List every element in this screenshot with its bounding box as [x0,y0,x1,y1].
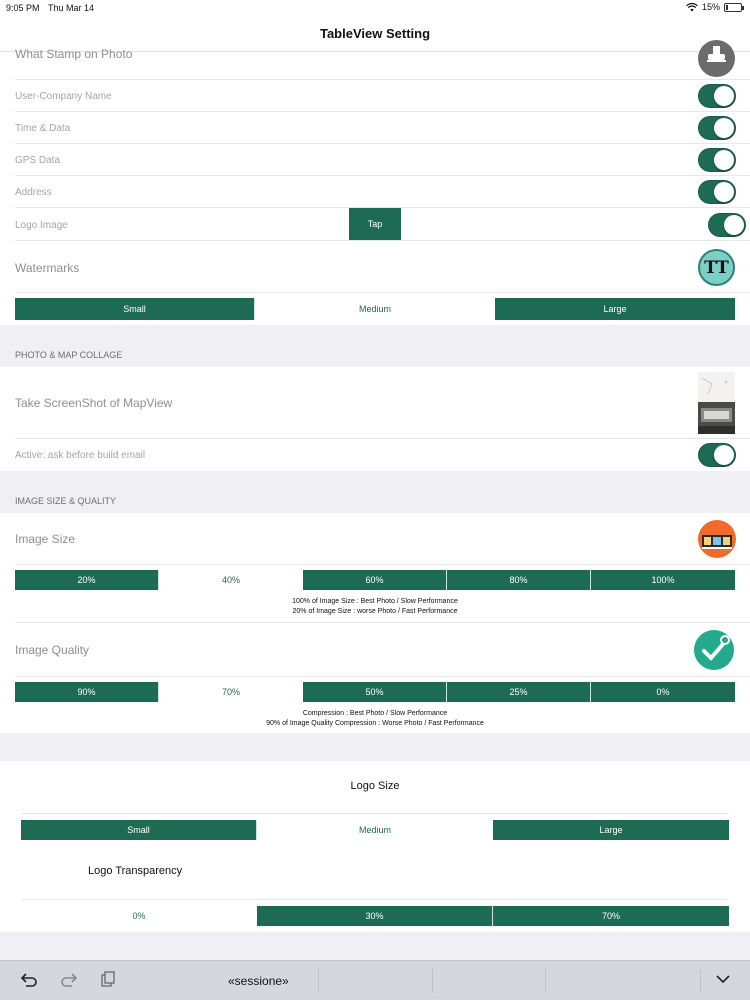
seg-0[interactable]: 0% [591,682,735,702]
seg-transparency-70[interactable]: 70% [493,906,729,926]
row-label: User-Company Name [15,91,112,102]
image-size-label: Image Size [15,532,76,546]
image-size-note-1: 100% of Image Size : Best Photo / Slow P… [292,598,458,605]
row-image-quality: Image Quality [0,623,750,677]
screenshot-label: Take ScreenShot of MapView [15,396,173,410]
divider [318,969,319,993]
keyboard-shortcut-bar: «sessione» [0,960,750,1000]
row-screenshot-mapview: Take ScreenShot of MapView [0,367,750,439]
seg-100[interactable]: 100% [591,570,735,590]
row-watermarks: Watermarks TT [0,241,750,293]
section-gap-bottom [0,932,750,960]
text-size-icon: TT [698,249,735,286]
user-company-name-toggle[interactable] [698,84,736,108]
image-size-note-2: 20% of Image Size : worse Photo / Fast P… [292,608,458,615]
row-address: Address [0,176,750,208]
seg-logo-large[interactable]: Large [493,820,729,840]
seg-70[interactable]: 70% [159,682,303,702]
image-size-segmented: 20% 40% 60% 80% 100% [15,570,735,590]
redo-icon[interactable] [60,971,78,992]
image-quality-note-2: 90% of Image Quality Compression : Worse… [266,720,484,727]
watermarks-label: Watermarks [15,261,80,275]
watermark-size-segmented: Small Medium Large [15,298,735,320]
row-logo-transparency: Logo Transparency [0,848,750,900]
row-time-data: Time & Data [0,112,750,144]
seg-medium[interactable]: Medium [255,298,495,320]
section-title: IMAGE SIZE & QUALITY [15,496,117,506]
row-logo-size: Logo Size [0,761,750,814]
gps-data-toggle[interactable] [698,148,736,172]
seg-40[interactable]: 40% [159,570,303,590]
row-image-size-options: 20% 40% 60% 80% 100% 100% of Image Size … [0,565,750,623]
seg-25[interactable]: 25% [447,682,591,702]
autocomplete-suggestion[interactable]: «sessione» [228,974,289,988]
status-right: 15% [686,2,744,12]
row-label: GPS Data [15,155,61,166]
divider [700,969,701,993]
battery-icon [724,2,744,12]
seg-60[interactable]: 60% [303,570,447,590]
logo-image-toggle[interactable] [708,213,746,237]
section-gap [0,733,750,761]
active-ask-toggle[interactable] [698,443,736,467]
stamp-icon [698,40,735,77]
seg-90[interactable]: 90% [15,682,159,702]
status-time: 9:05 PM [6,3,40,13]
image-quality-label: Image Quality [15,643,90,657]
seg-logo-small[interactable]: Small [21,820,257,840]
row-logo-size-options: Small Medium Large [0,814,750,848]
row-image-quality-options: 90% 70% 50% 25% 0% Compression : Best Ph… [0,677,750,733]
logo-size-label: Logo Size [350,780,400,792]
seg-small[interactable]: Small [15,298,255,320]
row-gps-data: GPS Data [0,144,750,176]
chevron-down-icon[interactable] [714,971,732,992]
row-watermarks-size: Small Medium Large [0,293,750,325]
row-logo-transparency-options: 0% 30% 70% [0,900,750,932]
battery-percent: 15% [701,2,720,12]
row-label: Address [15,187,52,198]
page-title: TableView Setting [319,26,431,41]
section-title: PHOTO & MAP COLLAGE [15,350,123,360]
image-size-icon [698,520,736,558]
logo-tap-button[interactable]: Tap [349,208,401,240]
paste-icon[interactable] [100,971,116,992]
section-header-collage: PHOTO & MAP COLLAGE [0,325,750,367]
divider [545,969,546,993]
status-bar: 9:05 PM Thu Mar 14 15% [0,0,750,18]
time-data-toggle[interactable] [698,116,736,140]
undo-icon[interactable] [20,971,38,992]
wifi-icon [686,2,698,11]
seg-80[interactable]: 80% [447,570,591,590]
active-label: Active: ask before build email [15,450,146,461]
map-screenshot-thumbnail [698,372,735,434]
row-label: Time & Data [15,123,71,134]
seg-large[interactable]: Large [495,298,735,320]
status-date: Thu Mar 14 [48,3,95,13]
row-active-ask: Active: ask before build email [0,439,750,471]
seg-transparency-0[interactable]: 0% [21,906,257,926]
logo-transparency-label: Logo Transparency [88,865,183,877]
section-header-image: IMAGE SIZE & QUALITY [0,471,750,513]
seg-50[interactable]: 50% [303,682,447,702]
row-image-size: Image Size [0,513,750,565]
seg-20[interactable]: 20% [15,570,159,590]
stamp-heading-row: What Stamp on Photo [0,40,750,80]
logo-size-segmented: Small Medium Large [21,820,729,840]
row-label: Logo Image [15,220,68,231]
stamp-heading: What Stamp on Photo [15,47,133,61]
row-user-company-name: User-Company Name [0,80,750,112]
seg-transparency-30[interactable]: 30% [257,906,493,926]
divider [432,969,433,993]
image-quality-segmented: 90% 70% 50% 25% 0% [15,682,735,702]
check-quality-icon [694,630,734,670]
seg-logo-medium[interactable]: Medium [257,820,493,840]
image-quality-note-1: Compression : Best Photo / Slow Performa… [302,710,448,717]
address-toggle[interactable] [698,180,736,204]
logo-transparency-segmented: 0% 30% 70% [21,906,729,926]
